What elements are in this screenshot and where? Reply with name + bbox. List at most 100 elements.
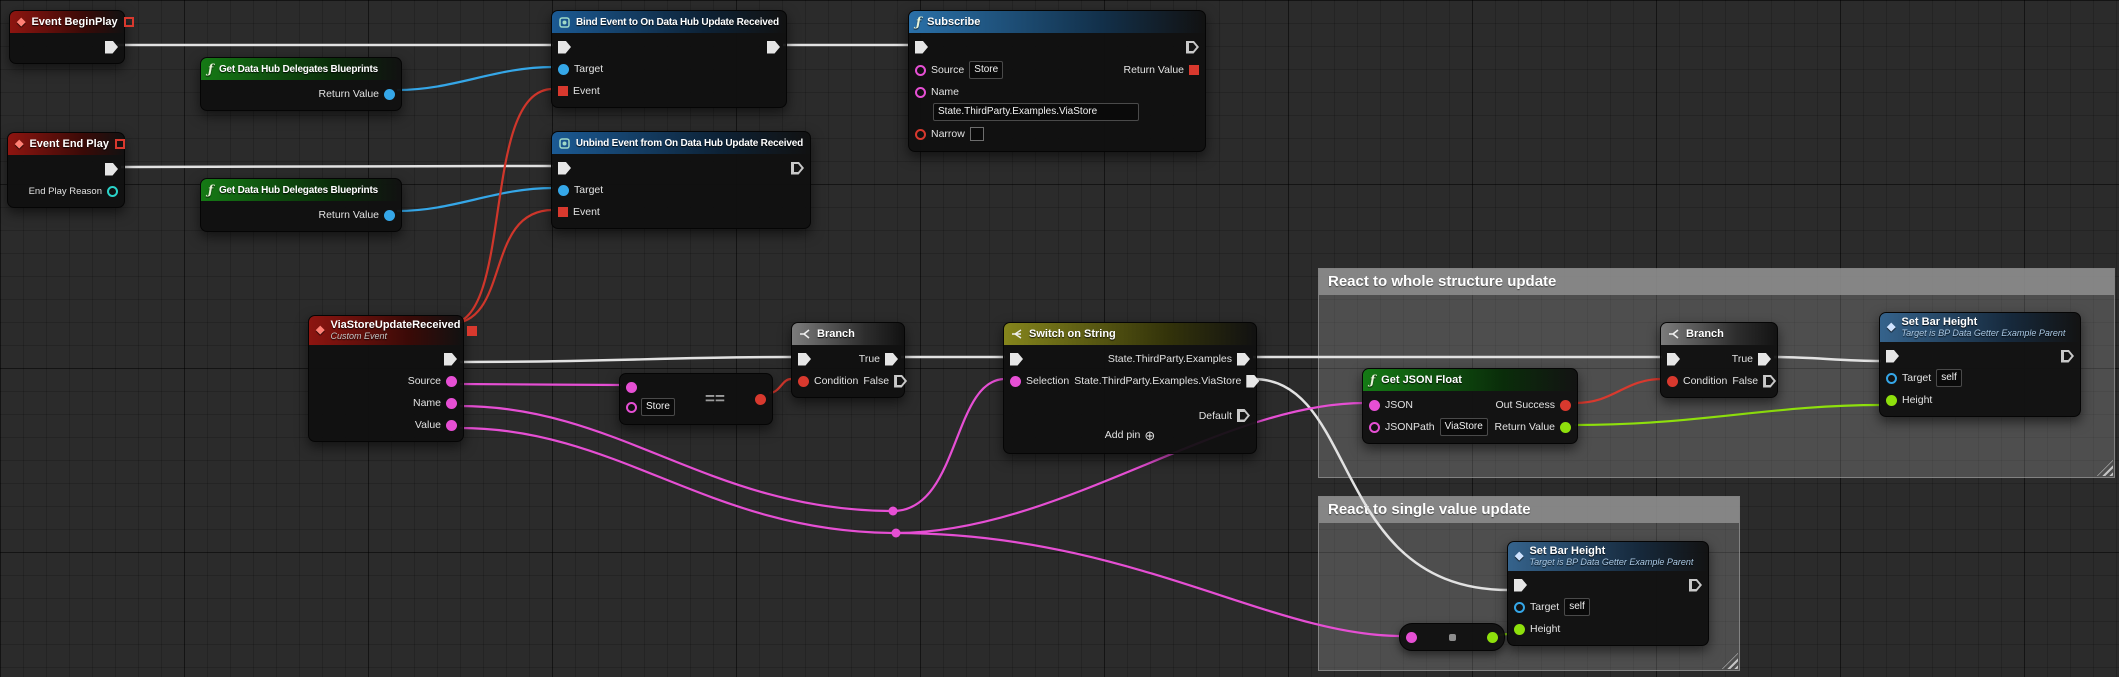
target-pin[interactable] [558, 64, 569, 75]
false-exec-pin[interactable] [894, 375, 907, 388]
equals-b-field[interactable]: Store [641, 398, 675, 416]
name-out-pin[interactable] [446, 398, 457, 409]
wire-source-to-equals[interactable] [460, 384, 621, 385]
node-event-endplay[interactable]: ◆ Event End Play End Play Reason [7, 132, 125, 208]
node-equal-string[interactable]: Store == [619, 373, 773, 425]
exec-out-pin[interactable] [791, 162, 804, 175]
node-get-json-float[interactable]: ƒ Get JSON Float JSONOut Success JSONPat… [1362, 368, 1578, 444]
convert-in-pin[interactable] [1406, 632, 1417, 643]
reroute-node[interactable] [889, 507, 898, 516]
target-pin[interactable] [1514, 602, 1525, 613]
true-exec-pin[interactable] [1758, 353, 1771, 366]
equals-input-a-pin[interactable] [626, 382, 637, 393]
out-success-pin[interactable] [1560, 400, 1571, 411]
node-switch-on-string[interactable]: Switch on String State.ThirdParty.Exampl… [1003, 322, 1257, 454]
blueprint-canvas[interactable]: React to whole structure update React to… [0, 0, 2119, 677]
height-pin[interactable] [1886, 395, 1897, 406]
exec-out-pin[interactable] [1689, 579, 1702, 592]
target-field[interactable]: self [1564, 598, 1590, 616]
end-play-reason-pin[interactable] [107, 186, 118, 197]
node-string-to-float-convert[interactable] [1399, 623, 1505, 651]
node-set-bar-height-1[interactable]: ◆ Set Bar Height Target is BP Data Gette… [1879, 312, 2081, 417]
exec-in-pin[interactable] [798, 353, 811, 366]
height-pin[interactable] [1514, 624, 1525, 635]
true-exec-pin[interactable] [885, 353, 898, 366]
node-get-data-hub-delegates-1[interactable]: ƒ Get Data Hub Delegates Blueprints Retu… [200, 57, 402, 111]
exec-out-pin[interactable] [105, 41, 118, 54]
exec-out-pin[interactable] [1186, 41, 1199, 54]
name-field[interactable]: State.ThirdParty.Examples.ViaStore [933, 103, 1139, 121]
node-subscribe[interactable]: ƒ Subscribe Source Store Return Value Na… [908, 10, 1206, 152]
case2-exec-pin[interactable] [1246, 375, 1259, 388]
wire-delegates2-to-unbind-target[interactable] [397, 188, 553, 211]
comment-title[interactable]: React to single value update [1319, 497, 1739, 523]
name-pin[interactable] [915, 87, 926, 98]
exec-out-pin[interactable] [767, 41, 780, 54]
event-delegate-pin[interactable] [558, 86, 568, 96]
return-value-pin[interactable] [384, 210, 395, 221]
node-branch-1[interactable]: Branch True ConditionFalse [791, 322, 905, 398]
source-out-pin[interactable] [446, 376, 457, 387]
narrow-checkbox[interactable] [970, 127, 984, 141]
condition-pin[interactable] [798, 376, 809, 387]
delegate-pin[interactable] [115, 139, 125, 149]
node-bind-event[interactable]: Bind Event to On Data Hub Update Receive… [551, 10, 787, 108]
delegate-pin[interactable] [467, 326, 477, 336]
wire-delegates1-to-bind-target[interactable] [397, 67, 553, 90]
comment-resize-handle[interactable] [1722, 653, 1738, 669]
condition-pin[interactable] [1667, 376, 1678, 387]
node-viastore-update-received[interactable]: ◆ ViaStoreUpdateReceived Custom Event So… [308, 315, 464, 442]
target-pin[interactable] [558, 185, 569, 196]
return-value-pin[interactable] [384, 89, 395, 100]
exec-out-pin[interactable] [2061, 350, 2074, 363]
add-pin-button[interactable]: Add pin⊕ [1004, 422, 1256, 448]
exec-in-pin[interactable] [915, 41, 928, 54]
node-branch-2[interactable]: Branch True ConditionFalse [1660, 322, 1778, 398]
node-title: Branch [1686, 328, 1724, 340]
false-exec-pin[interactable] [1763, 375, 1776, 388]
exec-out-pin[interactable] [105, 163, 118, 176]
selection-pin[interactable] [1010, 376, 1021, 387]
comment-resize-handle[interactable] [2097, 460, 2113, 476]
exec-in-pin[interactable] [1667, 353, 1680, 366]
json-path-field[interactable]: ViaStore [1440, 418, 1488, 436]
equals-input-b-pin[interactable] [626, 402, 637, 413]
json-path-pin[interactable] [1369, 422, 1380, 433]
node-unbind-event[interactable]: Unbind Event from On Data Hub Update Rec… [551, 131, 811, 229]
event-delegate-pin[interactable] [558, 207, 568, 217]
node-set-bar-height-2[interactable]: ◆ Set Bar Height Target is BP Data Gette… [1507, 541, 1709, 646]
node-header: ◆ Set Bar Height Target is BP Data Gette… [1880, 313, 2080, 342]
narrow-pin[interactable] [915, 129, 926, 140]
exec-in-pin[interactable] [1514, 579, 1527, 592]
wire-exec-customevent-to-branch1[interactable] [460, 357, 791, 362]
target-pin[interactable] [1886, 373, 1897, 384]
exec-in-pin[interactable] [1886, 350, 1899, 363]
wire-exec-endplay-to-unbind[interactable] [121, 166, 553, 167]
target-field[interactable]: self [1936, 369, 1962, 387]
node-title: Bind Event to On Data Hub Update Receive… [576, 17, 779, 28]
exec-in-pin[interactable] [558, 162, 571, 175]
return-value-pin[interactable] [1560, 422, 1571, 433]
value-out-pin[interactable] [446, 420, 457, 431]
default-exec-pin[interactable] [1237, 409, 1250, 422]
node-event-beginplay[interactable]: ◆ Event BeginPlay [9, 10, 125, 64]
wire-value-to-convert[interactable] [460, 428, 1401, 636]
reroute-node[interactable] [892, 529, 901, 538]
pin-label: Out Success [1495, 399, 1555, 411]
wire-customevent-to-bind-event[interactable] [449, 89, 553, 324]
convert-out-pin[interactable] [1487, 632, 1498, 643]
node-subtitle: Target is BP Data Getter Example Parent [1901, 328, 2065, 339]
comment-title[interactable]: React to whole structure update [1319, 269, 2114, 295]
delegate-pin[interactable] [124, 17, 134, 27]
case1-exec-pin[interactable] [1237, 353, 1250, 366]
exec-in-pin[interactable] [1010, 353, 1023, 366]
json-pin[interactable] [1369, 400, 1380, 411]
return-value-pin[interactable] [1189, 65, 1199, 75]
node-get-data-hub-delegates-2[interactable]: ƒ Get Data Hub Delegates Blueprints Retu… [200, 178, 402, 232]
source-pin[interactable] [915, 65, 926, 76]
exec-out-pin[interactable] [444, 353, 457, 366]
wire-customevent-to-unbind-event[interactable] [449, 210, 553, 324]
exec-in-pin[interactable] [558, 41, 571, 54]
equals-result-pin[interactable] [755, 394, 766, 405]
source-field[interactable]: Store [969, 61, 1003, 79]
